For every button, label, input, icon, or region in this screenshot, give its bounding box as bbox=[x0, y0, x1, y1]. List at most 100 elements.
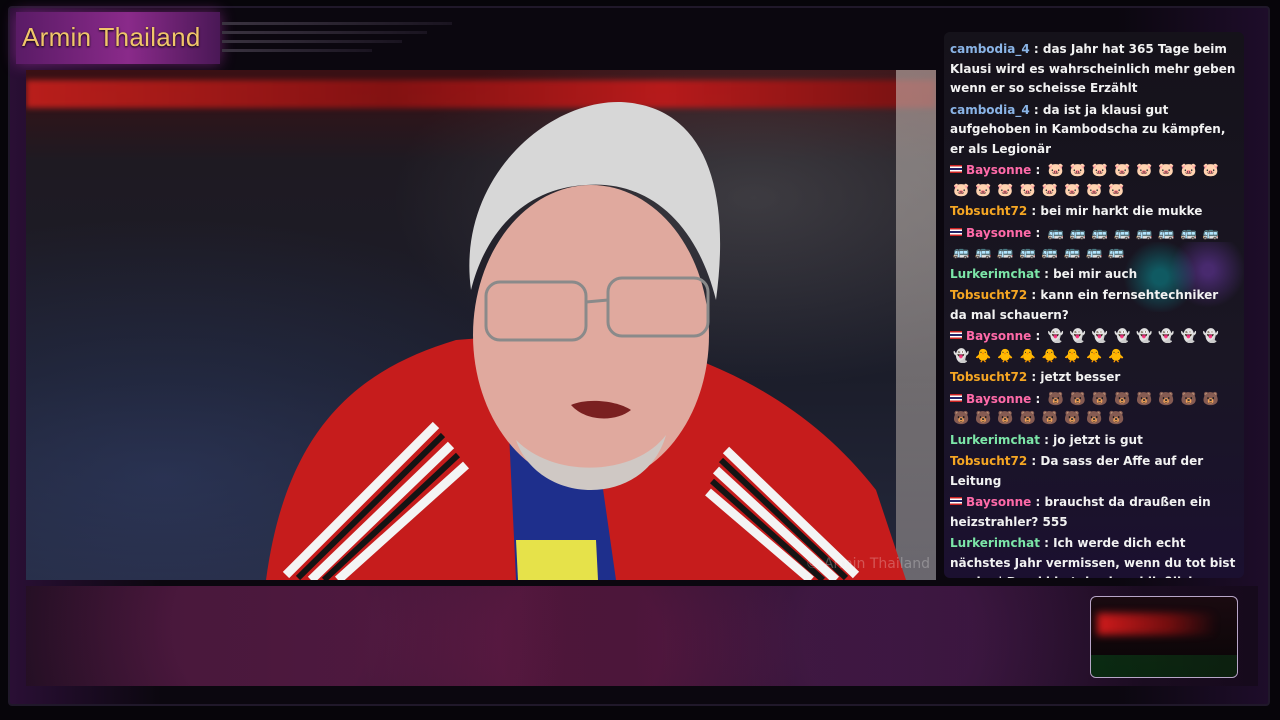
chat-username[interactable]: Tobsucht72 bbox=[950, 288, 1027, 302]
chat-message: Lurkerimchat : Ich werde dich echt nächs… bbox=[950, 534, 1238, 578]
chat-emote-icon: 👻 bbox=[1114, 329, 1131, 344]
chat-emote-icon: 🐷 bbox=[1136, 163, 1153, 178]
chat-message: Tobsucht72 : jetzt besser bbox=[950, 368, 1238, 388]
chat-emote-icon: 🐻 bbox=[1158, 391, 1175, 407]
chat-emote-icon: 🚌 bbox=[997, 245, 1014, 260]
streamer-person bbox=[266, 101, 906, 580]
chat-message: Lurkerimchat : bei mir auch bbox=[950, 265, 1238, 285]
chat-emote-icon: 👻 bbox=[1180, 329, 1197, 344]
chat-emote-icon: 🐻 bbox=[1202, 391, 1219, 407]
chat-emote-icon: 🐻 bbox=[1063, 411, 1081, 426]
chat-emote-icon: 🐷 bbox=[1063, 182, 1081, 198]
chat-separator: : bbox=[1039, 536, 1054, 550]
chat-emote-icon: 🐥 bbox=[1086, 348, 1103, 364]
chat-emote-icon: 🐷 bbox=[1086, 182, 1103, 198]
chat-message: Baysonne : brauchst da draußen ein heizs… bbox=[950, 493, 1238, 532]
chat-emote-icon: 🐻 bbox=[1180, 391, 1197, 407]
chat-username[interactable]: cambodia_4 bbox=[950, 103, 1030, 117]
chat-panel[interactable]: cambodia_4 : das Jahr hat 365 Tage beim … bbox=[944, 32, 1244, 578]
chat-emote-icon: 🐻 bbox=[997, 411, 1014, 426]
chat-username[interactable]: cambodia_4 bbox=[950, 42, 1030, 56]
chat-separator: : bbox=[1031, 495, 1045, 509]
chat-emote-icon: 👻 bbox=[1091, 329, 1109, 344]
mini-preview-red-light bbox=[1097, 613, 1217, 635]
chat-emote-icon: 🚌 bbox=[1180, 225, 1197, 241]
chat-emote-icon: 🐻 bbox=[1136, 391, 1153, 407]
chat-emote-icon: 🐷 bbox=[1180, 163, 1197, 178]
chat-separator: : bbox=[1029, 42, 1043, 56]
chat-emote-icon: 🐥 bbox=[1019, 348, 1036, 364]
chat-emote-icon: 🐷 bbox=[1158, 163, 1175, 178]
chat-username[interactable]: Baysonne bbox=[966, 226, 1031, 240]
chat-emote-icon: 🐻 bbox=[1091, 391, 1109, 407]
chat-text: jo jetzt is gut bbox=[1053, 432, 1143, 447]
chat-emote-icon: 👻 bbox=[1202, 329, 1219, 344]
chat-emote-icon: 🐷 bbox=[1108, 182, 1125, 198]
chat-emote-icon: 🐷 bbox=[1202, 163, 1219, 178]
chat-username[interactable]: Baysonne bbox=[966, 495, 1031, 509]
chat-emote-icon: 🐻 bbox=[1086, 411, 1103, 426]
chat-emote-icon: 🚌 bbox=[975, 245, 992, 260]
chat-username[interactable]: Tobsucht72 bbox=[950, 204, 1027, 218]
chat-username[interactable]: Lurkerimchat bbox=[950, 267, 1040, 281]
chat-separator: : bbox=[1031, 329, 1045, 343]
chat-username[interactable]: Baysonne bbox=[966, 163, 1031, 177]
chat-emote-icon: 🚌 bbox=[953, 245, 970, 260]
chat-message-list: cambodia_4 : das Jahr hat 365 Tage beim … bbox=[950, 40, 1238, 578]
chat-emote-icon: 🐥 bbox=[1041, 348, 1058, 364]
chat-text: bei mir auch bbox=[1053, 266, 1138, 281]
chat-emote-icon: 🐻 bbox=[953, 411, 970, 426]
chat-emote-icon: 🐻 bbox=[1108, 411, 1125, 426]
thailand-flag-icon bbox=[950, 227, 962, 236]
chat-emote-icon: 🐷 bbox=[997, 182, 1014, 198]
chat-username[interactable]: Lurkerimchat bbox=[950, 433, 1040, 447]
chat-emote-icon: 🚌 bbox=[1069, 225, 1086, 241]
chat-username[interactable]: Tobsucht72 bbox=[950, 370, 1027, 384]
chat-emote-icon: 🐷 bbox=[1047, 163, 1064, 178]
chat-emote-icon: 🐻 bbox=[975, 411, 992, 426]
chat-username[interactable]: Lurkerimchat bbox=[950, 536, 1040, 550]
chat-emote-icon: 🐷 bbox=[1114, 163, 1131, 178]
chat-username[interactable]: Tobsucht72 bbox=[950, 454, 1027, 468]
mini-camera-preview[interactable] bbox=[1090, 596, 1238, 678]
title-decoration bbox=[222, 22, 452, 62]
chat-emote-icon: 🐻 bbox=[1047, 391, 1064, 407]
chat-text: jetzt besser bbox=[1040, 370, 1121, 384]
chat-emote-icon: 🚌 bbox=[1063, 245, 1081, 260]
chat-separator: : bbox=[1031, 225, 1045, 240]
chat-emote-icon: 👻 bbox=[1047, 329, 1064, 344]
chat-emote-icon: 🐷 bbox=[1069, 163, 1086, 178]
chat-separator: : bbox=[1039, 432, 1054, 447]
video-watermark: © Armin Thailand bbox=[805, 556, 930, 572]
chat-message: Baysonne : 🐻 🐻 🐻 🐻 🐻 🐻 🐻 🐻🐻 🐻 🐻 🐻 🐻 🐻 🐻 🐻 bbox=[950, 390, 1238, 429]
channel-title: Armin Thailand bbox=[22, 22, 201, 52]
chat-message: cambodia_4 : da ist ja klausi gut aufgeh… bbox=[950, 101, 1238, 160]
thailand-flag-icon bbox=[950, 393, 962, 402]
chat-emote-icon: 🐻 bbox=[1019, 411, 1036, 426]
chat-separator: : bbox=[1029, 102, 1043, 117]
chat-emote-icon: 🐥 bbox=[1108, 348, 1125, 364]
chat-emote-icon: 👻 bbox=[1069, 329, 1086, 344]
chat-separator: : bbox=[1027, 288, 1041, 302]
webcam-video[interactable]: © Armin Thailand bbox=[26, 70, 936, 580]
mini-preview-floor bbox=[1091, 655, 1237, 677]
chat-emote-icon: 🚌 bbox=[1202, 225, 1219, 241]
chat-emote-icon: 🚌 bbox=[1114, 225, 1131, 241]
bottom-decoration-bar bbox=[26, 586, 1258, 686]
chat-username[interactable]: Baysonne bbox=[966, 392, 1031, 406]
chat-message: Baysonne : 👻 👻 👻 👻 👻 👻 👻 👻👻 🐥 🐥 🐥 🐥 🐥 🐥 🐥 bbox=[950, 327, 1238, 366]
chat-emote-icon: 🚌 bbox=[1136, 225, 1153, 241]
chat-emote-icon: 🐥 bbox=[997, 348, 1014, 364]
chat-emote-icon: 🐻 bbox=[1069, 391, 1086, 407]
chat-emote-icon: 🐷 bbox=[1019, 182, 1036, 198]
chat-message: cambodia_4 : das Jahr hat 365 Tage beim … bbox=[950, 40, 1238, 99]
chat-message: Baysonne : 🚌 🚌 🚌 🚌 🚌 🚌 🚌 🚌🚌 🚌 🚌 🚌 🚌 🚌 🚌 🚌 bbox=[950, 224, 1238, 263]
chat-message: Tobsucht72 : kann ein fernsehtechniker d… bbox=[950, 286, 1238, 325]
chat-separator: : bbox=[1027, 204, 1041, 218]
chat-emote-icon: 🐷 bbox=[975, 182, 992, 198]
chat-emote-icon: 👻 bbox=[953, 348, 970, 364]
chat-emote-icon: 🐷 bbox=[953, 182, 970, 198]
chat-message: Lurkerimchat : jo jetzt is gut bbox=[950, 431, 1238, 451]
chat-username[interactable]: Baysonne bbox=[966, 329, 1031, 343]
chat-emote-icon: 👻 bbox=[1136, 329, 1153, 344]
